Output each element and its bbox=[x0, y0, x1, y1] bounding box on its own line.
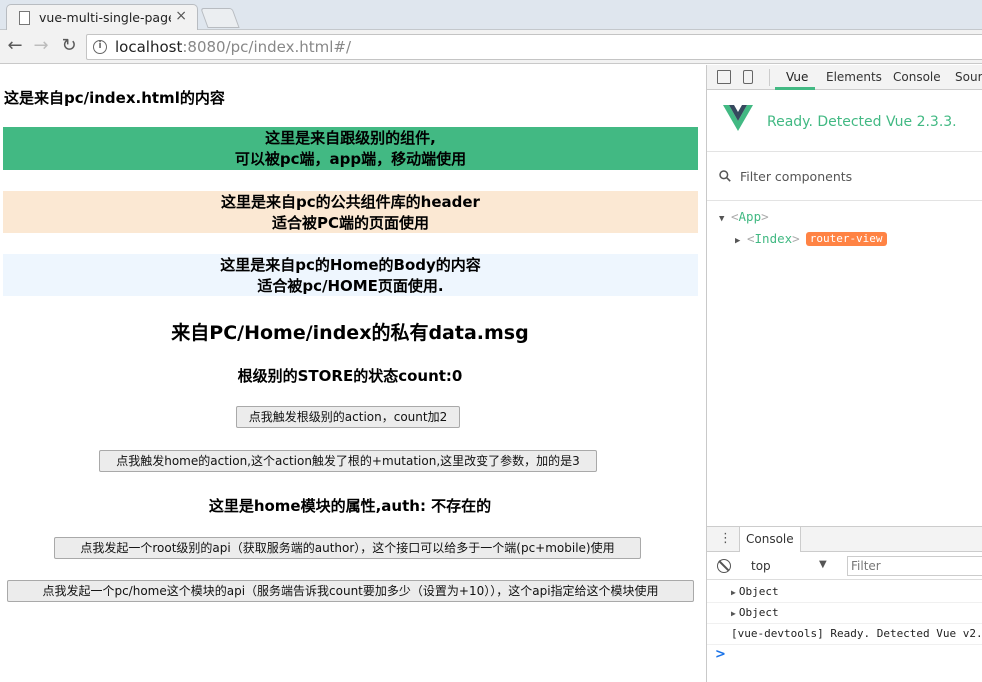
back-button[interactable]: ← bbox=[4, 34, 26, 58]
context-caret-icon[interactable]: ▼ bbox=[819, 559, 827, 570]
router-view-badge: router-view bbox=[805, 232, 887, 246]
expand-arrow-icon[interactable]: ▶ bbox=[731, 609, 736, 618]
expand-arrow-icon[interactable]: ▶ bbox=[731, 588, 736, 597]
tag-open: < bbox=[731, 209, 739, 224]
console-log-line[interactable]: ▶ Object bbox=[707, 603, 982, 624]
console-log-text: Object bbox=[738, 585, 779, 598]
filter-components-input[interactable]: Filter components bbox=[740, 169, 852, 184]
devtools-tab-bar: Vue Elements Console Sources bbox=[707, 65, 982, 90]
browser-tab-strip: vue-multi-single-page × bbox=[0, 0, 982, 31]
console-log-text: Object bbox=[738, 606, 779, 619]
url-text: localhost:8080/pc/index.html#/ bbox=[115, 38, 351, 56]
auth-title: 这里是home模块的属性,auth: 不存在的 bbox=[208, 497, 492, 515]
home-body-banner: 这里是来自pc的Home的Body的内容 适合被pc/HOME页面使用. bbox=[3, 254, 698, 296]
address-bar[interactable]: i localhost:8080/pc/index.html#/ bbox=[86, 34, 982, 60]
drawer-menu-icon[interactable]: ⋮ bbox=[719, 531, 732, 546]
root-component-line2: 可以被pc端，app端，移动端使用 bbox=[234, 150, 467, 168]
msg-title: 来自PC/Home/index的私有data.msg bbox=[171, 322, 529, 344]
vue-ready-status: Ready. Detected Vue 2.3.3. bbox=[767, 114, 957, 130]
new-tab-button[interactable] bbox=[200, 8, 240, 28]
root-action-button[interactable]: 点我触发根级别的action，count加2 bbox=[236, 406, 460, 428]
pc-header-banner: 这里是来自pc的公共组件库的header 适合被PC端的页面使用 bbox=[3, 191, 698, 233]
home-body-line1: 这里是来自pc的Home的Body的内容 bbox=[220, 256, 481, 274]
console-log-text: [vue-devtools] Ready. Detected Vue v2.3.… bbox=[731, 627, 982, 640]
pc-header-line2: 适合被PC端的页面使用 bbox=[271, 214, 429, 232]
console-log-line: [vue-devtools] Ready. Detected Vue v2.3.… bbox=[707, 624, 982, 645]
home-action-button[interactable]: 点我触发home的action,这个action触发了根的+mutation,这… bbox=[99, 450, 597, 472]
document-icon bbox=[19, 11, 30, 25]
url-host: localhost bbox=[115, 38, 183, 56]
page-heading: 这是来自pc/index.html的内容 bbox=[4, 89, 225, 107]
forward-button[interactable]: → bbox=[30, 34, 52, 58]
divider bbox=[769, 69, 770, 86]
console-prompt-icon[interactable]: > bbox=[715, 647, 726, 662]
browser-toolbar: ← → ↻ i localhost:8080/pc/index.html#/ bbox=[0, 30, 982, 64]
console-tab-bar: ⋮ Console bbox=[707, 527, 982, 552]
root-api-button[interactable]: 点我发起一个root级别的api（获取服务端的author），这个接口可以给多于… bbox=[54, 537, 641, 559]
tab-close-icon[interactable]: × bbox=[175, 8, 187, 24]
root-component-banner: 这里是来自跟级别的组件, 可以被pc端，app端，移动端使用 bbox=[3, 127, 698, 170]
console-toolbar: top ▼ Filter bbox=[707, 553, 982, 580]
home-body-line2: 适合被pc/HOME页面使用. bbox=[257, 277, 444, 295]
tab-vue[interactable]: Vue bbox=[786, 70, 808, 84]
tab-title: vue-multi-single-page bbox=[39, 10, 171, 25]
info-icon[interactable]: i bbox=[93, 40, 107, 54]
tab-console[interactable]: Console bbox=[893, 70, 941, 84]
tab-sources[interactable]: Sources bbox=[955, 70, 982, 84]
root-component-line1: 这里是来自跟级别的组件, bbox=[265, 129, 436, 147]
tag-close: > bbox=[761, 209, 769, 224]
tag-close: > bbox=[792, 231, 800, 246]
active-tab-indicator bbox=[775, 87, 815, 90]
url-path: :8080/pc/index.html#/ bbox=[182, 38, 352, 56]
clear-console-icon[interactable] bbox=[717, 559, 731, 573]
tree-node-app-label: App bbox=[738, 209, 762, 224]
expand-arrow-icon[interactable]: ▼ bbox=[719, 214, 731, 224]
browser-tab[interactable]: vue-multi-single-page × bbox=[6, 4, 198, 31]
reload-button[interactable]: ↻ bbox=[58, 34, 80, 58]
pc-header-line1: 这里是来自pc的公共组件库的header bbox=[221, 193, 480, 211]
console-filter-input[interactable]: Filter bbox=[847, 556, 982, 576]
console-drawer: ⋮ Console top ▼ Filter ▶ Object ▶ Object [… bbox=[707, 526, 982, 682]
vue-devtools-header: Ready. Detected Vue 2.3.3. bbox=[707, 91, 982, 152]
tag-open: < bbox=[747, 231, 755, 246]
count-title: 根级别的STORE的状态count:0 bbox=[237, 367, 463, 385]
vue-logo-icon bbox=[723, 105, 753, 131]
tree-node-index[interactable]: ▶ <Index> router-view bbox=[735, 231, 887, 251]
collapse-arrow-icon[interactable]: ▶ bbox=[735, 236, 747, 246]
context-selector[interactable]: top bbox=[751, 559, 771, 573]
console-drawer-tab[interactable]: Console bbox=[739, 527, 801, 552]
device-toolbar-icon[interactable] bbox=[743, 70, 753, 84]
tab-elements[interactable]: Elements bbox=[826, 70, 882, 84]
search-icon bbox=[719, 170, 731, 182]
console-log-line[interactable]: ▶ Object bbox=[707, 582, 982, 603]
inspect-element-icon[interactable] bbox=[717, 70, 731, 84]
tree-node-index-label: Index bbox=[754, 231, 793, 246]
module-api-button[interactable]: 点我发起一个pc/home这个模块的api（服务端告诉我count要加多少（设置… bbox=[7, 580, 694, 602]
page-content: 这是来自pc/index.html的内容 这里是来自跟级别的组件, 可以被pc端… bbox=[0, 65, 706, 682]
component-filter[interactable]: Filter components bbox=[707, 153, 982, 201]
devtools-panel: Vue Elements Console Sources Ready. Dete… bbox=[706, 65, 982, 682]
tree-node-app[interactable]: ▼ <App> bbox=[719, 209, 769, 229]
